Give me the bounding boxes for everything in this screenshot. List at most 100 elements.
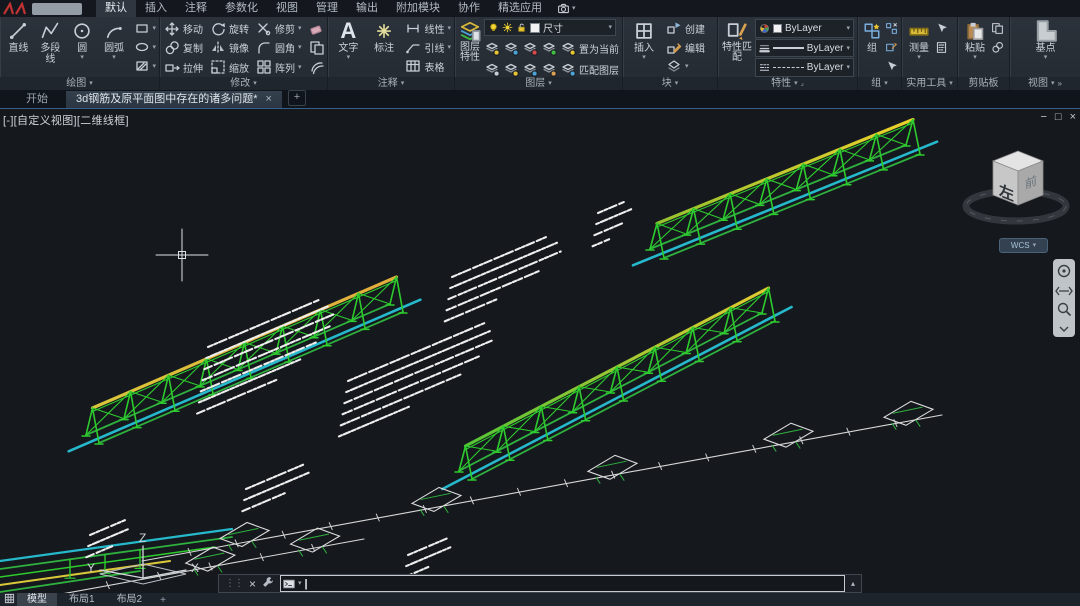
truss-wireframe[interactable]	[633, 120, 937, 266]
ribbon-tab-addins[interactable]: 附加模块	[387, 0, 449, 17]
layer-off-icon[interactable]	[484, 40, 500, 56]
panel-annotate-label[interactable]: 注释▾	[328, 77, 454, 90]
paste-button[interactable]: 粘贴▾	[962, 19, 988, 77]
command-history-icon[interactable]: ▴	[851, 579, 855, 588]
layer-select[interactable]: 尺寸 ▾	[484, 19, 616, 36]
ribbon-tab-collaborate[interactable]: 协作	[449, 0, 489, 17]
layer-walk-icon[interactable]	[541, 61, 557, 77]
annotation-text[interactable]	[430, 234, 568, 321]
quick-access-toolbar[interactable]	[32, 3, 82, 15]
panel-block-label[interactable]: 块▾	[623, 77, 717, 90]
annotation-text[interactable]	[581, 200, 638, 246]
circle-button[interactable]: 圆▾	[68, 19, 97, 77]
edit-block-button[interactable]: 编辑	[666, 38, 705, 56]
scale-button[interactable]: 缩放	[210, 58, 249, 76]
lineweight-select[interactable]: ByLayer▾	[755, 39, 854, 58]
panel-group-label[interactable]: 组▾	[858, 77, 901, 90]
quick-select-button[interactable]	[935, 19, 948, 37]
copy-button[interactable]: 复制	[164, 39, 203, 57]
block-attributes-button[interactable]: ▾	[666, 57, 705, 75]
ribbon-tab-insert[interactable]: 插入	[136, 0, 176, 17]
panel-properties-label[interactable]: 特性▾⌟	[718, 77, 857, 90]
viewport-controls[interactable]: [-][自定义视图][二维线框]	[3, 112, 129, 128]
linear-dimension-button[interactable]: 线性▾	[405, 19, 451, 37]
set-current-layer-button[interactable]: 置为当前	[560, 39, 619, 57]
viewcube-wcs-button[interactable]: WCS▾	[999, 238, 1048, 253]
command-grip[interactable]: ⋮⋮	[225, 578, 243, 589]
command-close-icon[interactable]: ×	[249, 578, 256, 590]
insert-block-button[interactable]: 插入▾	[627, 19, 661, 77]
rectangle-button[interactable]: ▾	[134, 19, 157, 37]
ribbon-tab-manage[interactable]: 管理	[307, 0, 347, 17]
trim-button[interactable]: 修剪▾	[256, 20, 302, 38]
layer-lock-icon[interactable]	[541, 40, 557, 56]
ungroup-button[interactable]	[885, 19, 898, 37]
create-block-button[interactable]: 创建	[666, 19, 705, 37]
fillet-button[interactable]: 圆角▾	[256, 39, 302, 57]
layer-properties-button[interactable]: 图层特性	[459, 19, 481, 77]
layer-freeze-icon[interactable]	[522, 40, 538, 56]
ribbon-tab-view[interactable]: 视图	[267, 0, 307, 17]
close-icon[interactable]: ×	[1070, 111, 1076, 123]
autocad-logo-icon[interactable]	[0, 0, 30, 17]
command-customize-icon[interactable]	[262, 575, 274, 593]
view-cube[interactable]: 左前	[966, 151, 1066, 221]
group-select-button[interactable]	[885, 57, 898, 75]
tab-start[interactable]: 开始	[8, 91, 66, 108]
ribbon-tab-annotate[interactable]: 注释	[176, 0, 216, 17]
copy-nested-button[interactable]	[309, 39, 325, 57]
command-input[interactable]: ▾ |	[280, 575, 845, 592]
panel-modify-label[interactable]: 修改▾	[160, 77, 327, 90]
move-button[interactable]: 移动	[164, 20, 203, 38]
annotation-text[interactable]	[320, 322, 504, 436]
ribbon-tab-default[interactable]: 默认	[96, 0, 136, 17]
match-layer-button[interactable]: 匹配图层	[560, 60, 619, 77]
new-layout-button[interactable]: +	[154, 595, 172, 606]
erase-button[interactable]	[309, 20, 325, 38]
new-document-button[interactable]: +	[288, 90, 306, 106]
panel-view-label[interactable]: 视图▾»	[1010, 77, 1080, 90]
panel-clipboard-label[interactable]: 剪贴板	[958, 77, 1009, 90]
arc-button[interactable]: 圆弧▾	[100, 19, 129, 77]
restore-icon[interactable]: □	[1055, 111, 1062, 123]
mirror-button[interactable]: 镜像	[210, 39, 249, 57]
quick-calculator-button[interactable]	[935, 38, 948, 56]
match-properties-button[interactable]: 特性匹配	[722, 19, 752, 77]
grid-icon[interactable]	[4, 593, 15, 606]
group-edit-button[interactable]	[885, 38, 898, 56]
layer-isolate-icon[interactable]	[503, 40, 519, 56]
close-document-icon[interactable]: ×	[266, 91, 272, 108]
polyline-button[interactable]: 多段线	[36, 19, 65, 77]
copy-clip-button[interactable]	[991, 19, 1004, 37]
cut-clip-button[interactable]	[991, 38, 1004, 56]
rotate-button[interactable]: 旋转	[210, 20, 249, 38]
tab-layout2[interactable]: 布局2	[107, 593, 153, 606]
truss-wireframe[interactable]	[442, 288, 791, 489]
line-button[interactable]: 直线	[4, 19, 33, 77]
linetype-select[interactable]: ByLayer▾	[755, 58, 854, 77]
base-point-button[interactable]: 基点▾	[1029, 19, 1063, 77]
ribbon-tab-featured[interactable]: 精选应用	[489, 0, 551, 17]
annotation-text[interactable]	[397, 539, 454, 578]
hatch-button[interactable]: ▾	[134, 57, 157, 75]
tab-model[interactable]: 模型	[17, 593, 57, 606]
layer-unlock-icon[interactable]	[522, 61, 538, 77]
leader-button[interactable]: 引线▾	[405, 38, 451, 56]
navigation-bar[interactable]	[1053, 259, 1075, 337]
stretch-button[interactable]: 拉伸	[164, 58, 203, 76]
ribbon-tab-output[interactable]: 输出	[347, 0, 387, 17]
panel-utilities-label[interactable]: 实用工具▾	[902, 77, 957, 90]
camera-icon[interactable]: ▾	[557, 2, 576, 15]
ellipse-button[interactable]: ▾	[134, 38, 157, 56]
model-space-canvas[interactable]: ZXY左前	[0, 109, 1080, 593]
layer-on-icon[interactable]	[484, 61, 500, 77]
layer-thaw-icon[interactable]	[503, 61, 519, 77]
tab-document[interactable]: 3d钢筋及原平面图中存在的诸多问题* ×	[66, 91, 282, 108]
annotation-text[interactable]	[235, 464, 312, 511]
panel-layers-label[interactable]: 图层▾	[455, 77, 622, 90]
panel-draw-label[interactable]: 绘图▾	[0, 77, 159, 90]
dimension-button[interactable]: 标注	[368, 19, 401, 77]
measure-button[interactable]: 测量▾	[906, 19, 932, 77]
minimize-icon[interactable]: −	[1040, 111, 1046, 123]
group-button[interactable]: 组	[862, 19, 882, 77]
